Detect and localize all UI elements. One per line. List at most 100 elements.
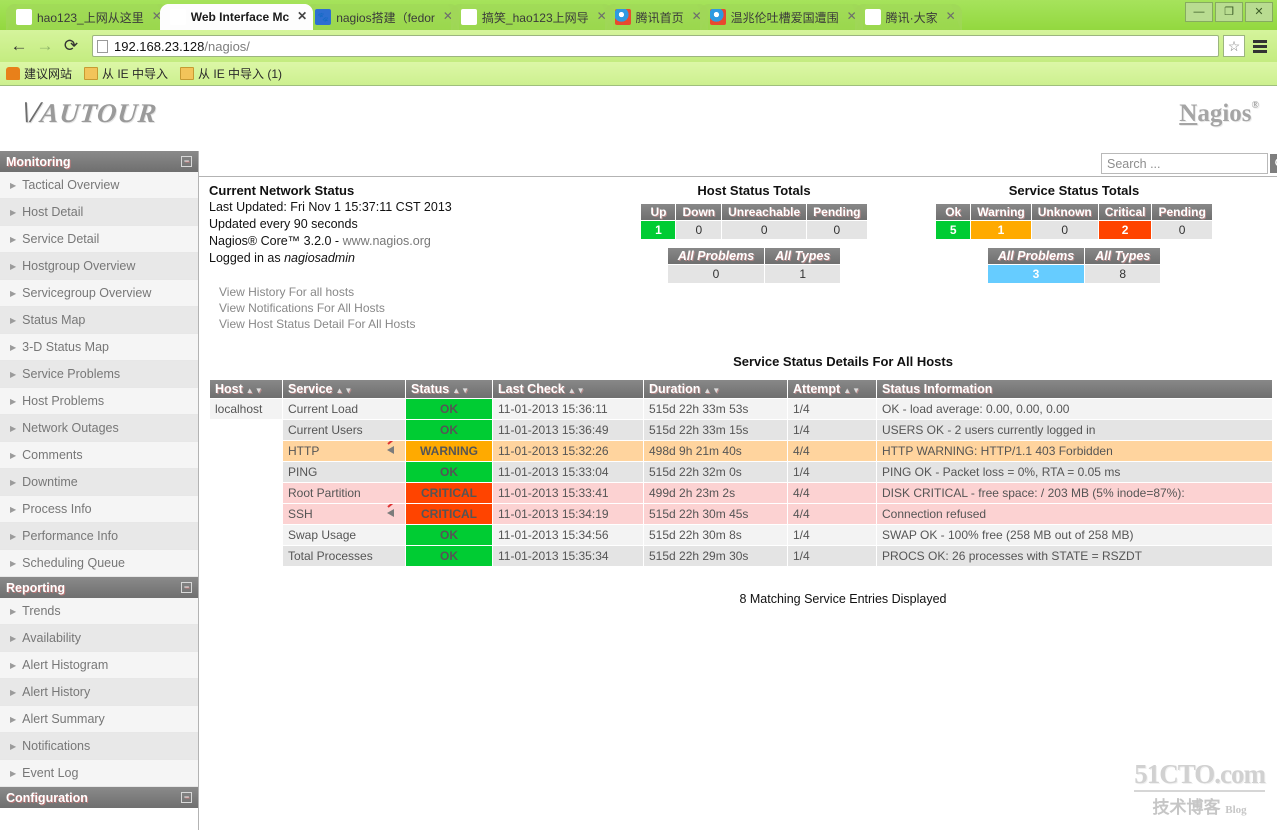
column-header-status[interactable]: Status ▲▼ <box>406 380 492 398</box>
browser-tab-6[interactable]: 温兆伦吐槽爱国遭围 ✕ <box>699 4 863 30</box>
sort-arrows-icon[interactable]: ▲▼ <box>703 386 721 395</box>
service-summary-header-all-problems[interactable]: All Problems <box>987 248 1085 264</box>
forward-icon[interactable]: → <box>32 33 58 59</box>
collapse-icon[interactable]: − <box>181 582 192 593</box>
sort-arrows-icon[interactable]: ▲▼ <box>568 386 586 395</box>
table-row[interactable]: SSH CRITICAL 11-01-2013 15:34:19 515d 22… <box>210 504 1272 524</box>
cell-service[interactable]: HTTP <box>283 441 405 461</box>
service-total-header-warning[interactable]: Warning <box>971 204 1031 220</box>
restore-button[interactable]: ❐ <box>1215 2 1243 22</box>
sidebar-section-monitoring[interactable]: Monitoring − <box>0 151 198 172</box>
host-total-header-up[interactable]: Up <box>641 204 676 220</box>
table-row[interactable]: Swap Usage OK 11-01-2013 15:34:56 515d 2… <box>210 525 1272 545</box>
sidebar-item-alert-summary[interactable]: ▶ Alert Summary <box>0 706 198 733</box>
column-header-service[interactable]: Service ▲▼ <box>283 380 405 398</box>
cell-service[interactable]: PING <box>283 462 405 482</box>
sort-arrows-icon[interactable]: ▲▼ <box>452 386 470 395</box>
browser-menu-icon[interactable] <box>1249 35 1271 57</box>
link-view-host-status-detail[interactable]: View Host Status Detail For All Hosts <box>219 316 599 332</box>
link-view-history[interactable]: View History For all hosts <box>219 284 599 300</box>
sidebar-item-event-log[interactable]: ▶ Event Log <box>0 760 198 787</box>
browser-tab-3[interactable]: 🐾 nagios搭建（fedor ✕ <box>305 4 459 30</box>
nagios-url-link[interactable]: www.nagios.org <box>343 234 431 248</box>
service-total-header-critical[interactable]: Critical <box>1098 204 1152 220</box>
column-header-attempt[interactable]: Attempt ▲▼ <box>788 380 876 398</box>
collapse-icon[interactable]: − <box>181 156 192 167</box>
browser-tab-2-active[interactable]: N Web Interface Mc ✕ <box>159 4 314 30</box>
service-summary-header-all-types[interactable]: All Types <box>1085 248 1161 264</box>
sort-arrows-icon[interactable]: ▲▼ <box>246 386 264 395</box>
sidebar-item-comments[interactable]: ▶ Comments <box>0 442 198 469</box>
column-header-status-information[interactable]: Status Information <box>877 380 1272 398</box>
host-total-header-pending[interactable]: Pending <box>807 204 867 220</box>
sidebar-item-3d-status-map[interactable]: ▶ 3-D Status Map <box>0 334 198 361</box>
address-bar[interactable]: 192.168.23.128/nagios/ <box>92 35 1219 57</box>
search-icon[interactable] <box>1270 154 1277 173</box>
table-row[interactable]: PING OK 11-01-2013 15:33:04 515d 22h 32m… <box>210 462 1272 482</box>
sidebar-item-process-info[interactable]: ▶ Process Info <box>0 496 198 523</box>
sidebar-item-performance-info[interactable]: ▶ Performance Info <box>0 523 198 550</box>
close-icon[interactable]: ✕ <box>295 10 309 24</box>
sidebar-item-tactical-overview[interactable]: ▶ Tactical Overview <box>0 172 198 199</box>
table-row[interactable]: HTTP WARNING 11-01-2013 15:32:26 498d 9h… <box>210 441 1272 461</box>
service-total-header-unknown[interactable]: Unknown <box>1031 204 1098 220</box>
sidebar-section-reporting[interactable]: Reporting − <box>0 577 198 598</box>
host-total-header-unreachable[interactable]: Unreachable <box>722 204 807 220</box>
table-row[interactable]: Root Partition CRITICAL 11-01-2013 15:33… <box>210 483 1272 503</box>
host-summary-header-all-problems[interactable]: All Problems <box>667 248 765 264</box>
minimize-button[interactable]: — <box>1185 2 1213 22</box>
close-window-button[interactable]: ✕ <box>1245 2 1273 22</box>
close-icon[interactable]: ✕ <box>944 10 958 24</box>
cell-host[interactable]: localhost <box>210 399 282 419</box>
sidebar-item-scheduling-queue[interactable]: ▶ Scheduling Queue <box>0 550 198 577</box>
sidebar-item-notifications[interactable]: ▶ Notifications <box>0 733 198 760</box>
cell-service[interactable]: Root Partition <box>283 483 405 503</box>
sidebar-item-trends[interactable]: ▶ Trends <box>0 598 198 625</box>
bookmark-ie-import-1[interactable]: 从 IE 中导入 (1) <box>180 65 282 82</box>
sidebar-item-hostgroup-overview[interactable]: ▶ Hostgroup Overview <box>0 253 198 280</box>
table-row[interactable]: Current Users OK 11-01-2013 15:36:49 515… <box>210 420 1272 440</box>
sidebar-item-status-map[interactable]: ▶ Status Map <box>0 307 198 334</box>
bookmark-ie-import[interactable]: 从 IE 中导入 <box>84 65 168 82</box>
cell-service[interactable]: SSH <box>283 504 405 524</box>
service-total-header-ok[interactable]: Ok <box>936 204 971 220</box>
sort-arrows-icon[interactable]: ▲▼ <box>335 386 353 395</box>
search-box[interactable] <box>1101 153 1277 174</box>
cell-service[interactable]: Swap Usage <box>283 525 405 545</box>
host-summary-header-all-types[interactable]: All Types <box>765 248 841 264</box>
search-input[interactable] <box>1102 155 1270 172</box>
column-header-duration[interactable]: Duration ▲▼ <box>644 380 787 398</box>
sidebar-item-servicegroup-overview[interactable]: ▶ Servicegroup Overview <box>0 280 198 307</box>
sidebar-item-network-outages[interactable]: ▶ Network Outages <box>0 415 198 442</box>
cell-service[interactable]: Current Load <box>283 399 405 419</box>
sidebar-item-service-detail[interactable]: ▶ Service Detail <box>0 226 198 253</box>
sidebar-item-host-detail[interactable]: ▶ Host Detail <box>0 199 198 226</box>
collapse-icon[interactable]: − <box>181 792 192 803</box>
bookmark-suggested-sites[interactable]: 建议网站 <box>6 65 72 82</box>
sidebar-item-service-problems[interactable]: ▶ Service Problems <box>0 361 198 388</box>
sidebar-item-downtime[interactable]: ▶ Downtime <box>0 469 198 496</box>
sidebar-item-host-problems[interactable]: ▶ Host Problems <box>0 388 198 415</box>
browser-tab-1[interactable]: hao hao123_上网从这里 ✕ <box>6 4 168 30</box>
table-row[interactable]: localhost Current Load OK 11-01-2013 15:… <box>210 399 1272 419</box>
browser-tab-5[interactable]: 腾讯首页 ✕ <box>604 4 708 30</box>
table-row[interactable]: Total Processes OK 11-01-2013 15:35:34 5… <box>210 546 1272 566</box>
browser-tab-7[interactable]: 家 腾讯·大家 ✕ <box>854 4 962 30</box>
column-header-host[interactable]: Host ▲▼ <box>210 380 282 398</box>
reload-icon[interactable]: ⟳ <box>58 33 84 59</box>
bookmark-star-icon[interactable]: ☆ <box>1223 35 1245 57</box>
sort-arrows-icon[interactable]: ▲▼ <box>843 386 861 395</box>
cell-service[interactable]: Total Processes <box>283 546 405 566</box>
service-total-header-pending[interactable]: Pending <box>1152 204 1212 220</box>
back-icon[interactable]: ← <box>6 33 32 59</box>
cell-service[interactable]: Current Users <box>283 420 405 440</box>
browser-tab-4[interactable]: hao 搞笑_hao123上网导 ✕ <box>450 4 613 30</box>
column-header-last-check[interactable]: Last Check ▲▼ <box>493 380 643 398</box>
sidebar-item-availability[interactable]: ▶ Availability <box>0 625 198 652</box>
host-total-header-down[interactable]: Down <box>676 204 722 220</box>
sidebar-item-label: Status Map <box>22 313 86 327</box>
link-view-notifications[interactable]: View Notifications For All Hosts <box>219 300 599 316</box>
sidebar-section-configuration[interactable]: Configuration − <box>0 787 198 808</box>
sidebar-item-alert-histogram[interactable]: ▶ Alert Histogram <box>0 652 198 679</box>
sidebar-item-alert-history[interactable]: ▶ Alert History <box>0 679 198 706</box>
